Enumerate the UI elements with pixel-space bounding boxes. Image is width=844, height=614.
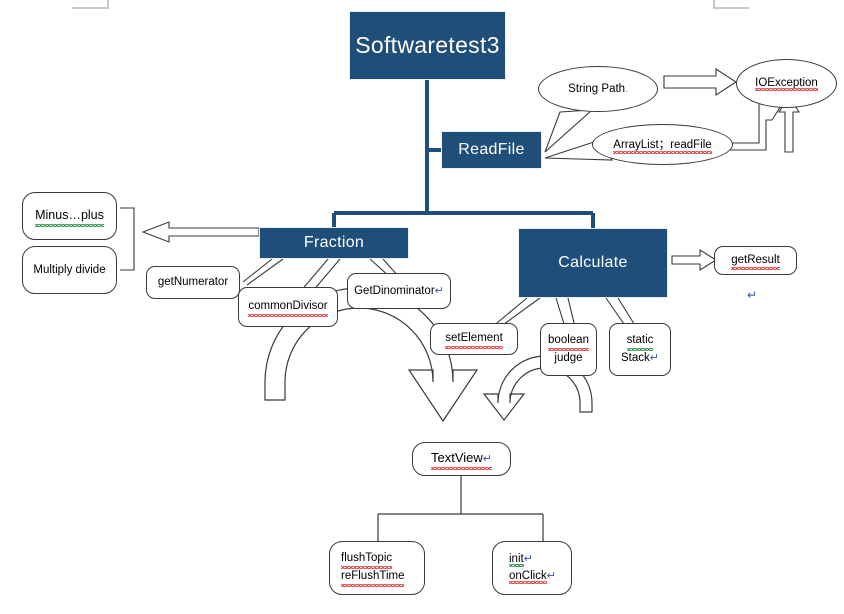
bubble-ioexception[interactable]: IOException [736,59,837,108]
callout-flush-line2: reFlushTime [341,568,405,587]
callout-multiply-divide-label: Multiply divide [33,263,106,276]
callout-set-element-label: setElement [445,330,503,349]
pilcrow-icon: ↵ [523,553,533,566]
callout-boolean-line2: judge [554,352,583,364]
bubble-arraylist-readfile[interactable]: ArrayList；readFile [592,124,733,165]
callout-static-stack[interactable]: static Stack↵ [609,323,671,376]
block-arrow-calculate-getresult [671,249,718,271]
callout-init-line2: onClick [509,570,547,582]
callout-get-result[interactable]: getResult [714,246,797,275]
leader-fraction-getnumerator-2 [246,258,284,286]
callout-flush-methods[interactable]: flushTopic reFlushTime [329,541,425,595]
bubble-arraylist-readfile-label: ArrayList；readFile [613,136,713,154]
callout-init-onclick[interactable]: init↵ onClick↵ [492,541,572,595]
node-readfile[interactable]: ReadFile [441,131,542,169]
page-margin-marker-right [713,7,749,9]
callout-get-dinominator[interactable]: GetDinominator↵ [347,273,451,309]
node-calculate-label: Calculate [558,254,628,271]
bottom-tree-connectors [377,476,544,541]
bubble-ioexception-label: IOException [755,77,818,91]
bracket-left-ovals [120,207,135,271]
callout-minus-plus-label: Minus…plus [35,206,104,227]
node-fraction-label: Fraction [303,234,365,251]
node-textview[interactable]: TextView↵ [412,442,511,476]
node-fraction[interactable]: Fraction [259,227,409,259]
bubble-string-path-label: String Path [568,83,626,95]
callout-static-line1: static [626,332,653,351]
callout-set-element[interactable]: setElement [430,323,518,355]
pilcrow-icon: ↵ [546,570,556,582]
page-margin-tick-right [713,0,715,9]
block-arrow-stringpath-ioexception [663,67,738,97]
page-margin-tick-left [107,0,109,9]
node-softwaretest3[interactable]: Softwaretest3 [349,11,506,80]
node-softwaretest3-label: Softwaretest3 [355,32,500,58]
node-textview-label: TextView [430,450,483,466]
callout-get-result-label: getResult [731,252,780,270]
diagram-canvas: Softwaretest3 ReadFile Fraction Calculat… [0,0,844,614]
callout-get-numerator[interactable]: getNumerator [146,266,240,299]
callout-boolean-judge[interactable]: boolean judge [540,323,597,376]
bubble-string-path[interactable]: String Path. [538,66,658,112]
block-arrow-to-minusplus [141,221,260,243]
callout-common-divisor-label: commonDivisor [248,298,328,317]
node-calculate[interactable]: Calculate [518,228,668,298]
page-margin-marker-left [72,7,108,9]
trailing-dot: . [625,83,628,95]
callout-common-divisor[interactable]: commonDivisor [238,287,338,327]
callout-minus-plus[interactable]: Minus…plus [22,192,117,240]
callout-flush-line1: flushTopic [341,550,393,569]
pilcrow-icon: ↵ [649,351,659,364]
callout-get-dinominator-label: GetDinominator [354,284,435,297]
stray-pilcrow-icon: ↵ [747,288,758,302]
callout-static-line2: Stack [621,351,650,364]
callout-boolean-line1: boolean [548,332,589,351]
callout-get-numerator-label: getNumerator [157,276,229,289]
callout-multiply-divide[interactable]: Multiply divide [22,246,117,294]
node-readfile-label: ReadFile [458,141,525,158]
block-arrow-arraylist-ioexception [726,100,785,151]
pilcrow-icon: ↵ [482,453,492,466]
block-arrows [141,67,801,271]
callout-init-line1: init [509,553,524,566]
pilcrow-icon: ↵ [434,284,444,297]
